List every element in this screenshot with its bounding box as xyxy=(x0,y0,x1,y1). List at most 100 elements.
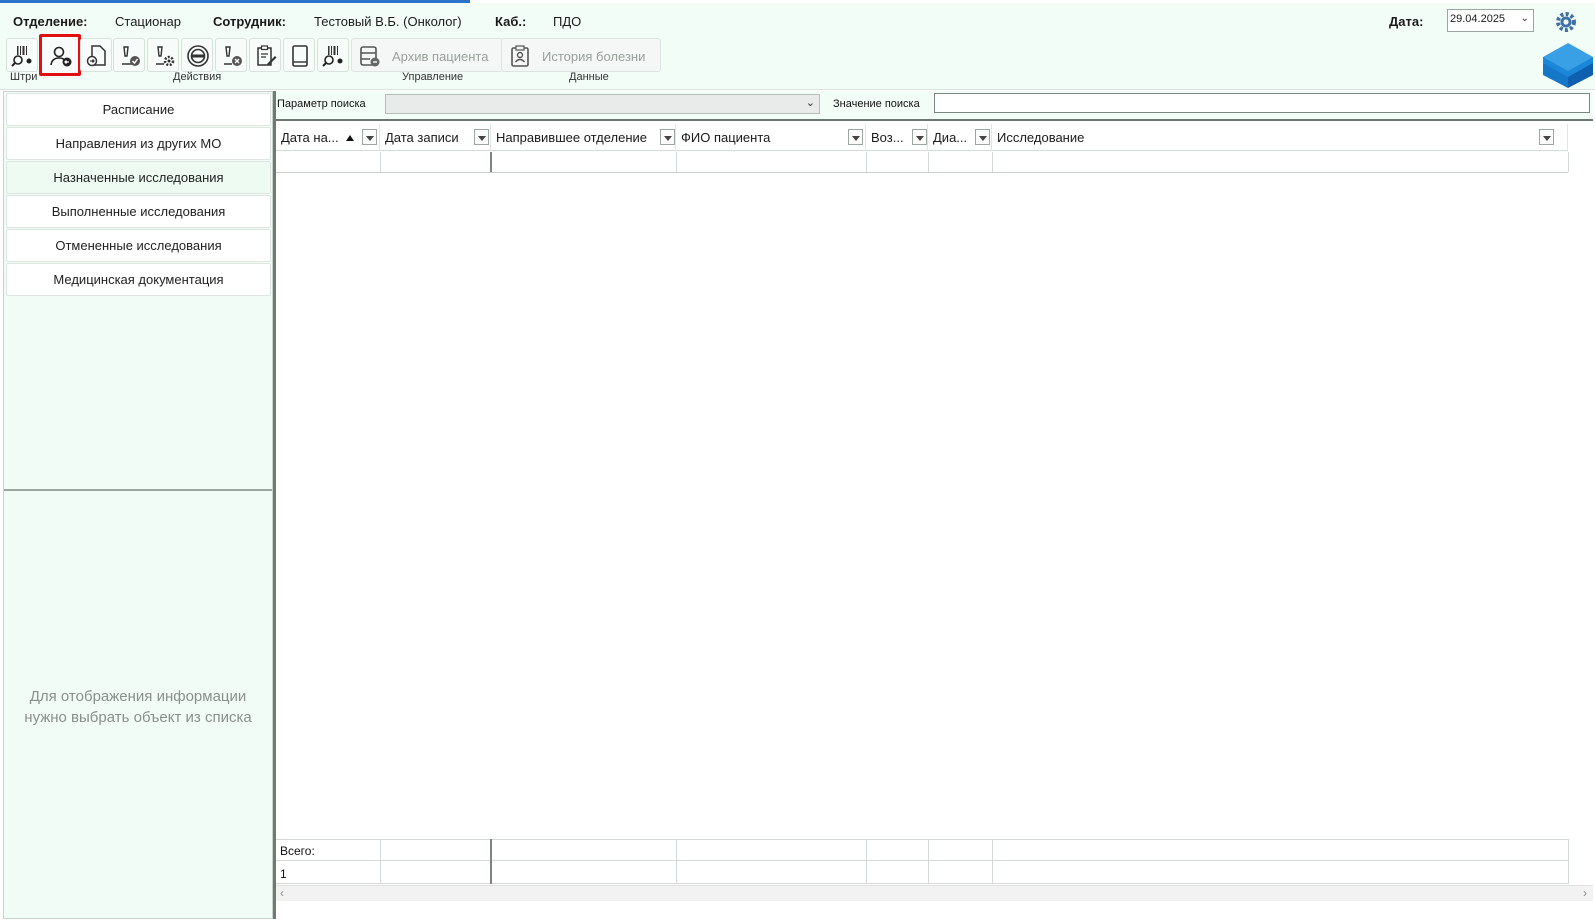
info-row: Отделение: Стационар Сотрудник: Тестовый… xyxy=(0,3,1595,35)
microscope-gear-icon xyxy=(156,46,175,67)
column-label: Дата записи xyxy=(385,130,459,145)
column-label: Дата на... xyxy=(281,130,339,145)
chevron-down-icon[interactable]: ⌄ xyxy=(806,96,815,109)
column-divider xyxy=(380,152,381,172)
column-divider xyxy=(1568,152,1569,172)
filter-dropdown-icon[interactable] xyxy=(912,129,927,145)
employee-label: Сотрудник: xyxy=(213,14,286,29)
filter-dropdown-icon[interactable] xyxy=(362,129,377,145)
barcode-search-icon xyxy=(322,46,343,67)
total-label: Всего: xyxy=(280,844,315,858)
column-label: Диа... xyxy=(933,130,968,145)
column-divider xyxy=(992,152,993,172)
journal-button[interactable] xyxy=(283,38,315,72)
scroll-left-icon[interactable]: ‹ xyxy=(280,886,284,900)
edit-report-button[interactable] xyxy=(249,38,281,72)
main-panel: Параметр поиска ⌄ Значение поиска Дата н… xyxy=(276,91,1593,919)
employee-value: Тестовый В.Б. (Онколог) xyxy=(314,14,462,29)
column-divider xyxy=(866,152,867,172)
column-divider xyxy=(928,152,929,172)
group-label-management: Управление xyxy=(402,71,464,83)
chevron-down-icon[interactable]: ⌄ xyxy=(1521,13,1529,24)
filter-dropdown-icon[interactable] xyxy=(848,129,863,145)
medical-history-label: История болезни xyxy=(542,49,646,64)
patient-return-button[interactable] xyxy=(39,34,81,76)
empty-detail-message: Для отображения информации нужно выбрать… xyxy=(4,686,272,728)
app-header: Отделение: Стационар Сотрудник: Тестовый… xyxy=(0,3,1595,90)
microscope-check-icon xyxy=(122,46,140,66)
sidebar-item-referrals[interactable]: Направления из других МО xyxy=(6,127,271,160)
column-divider xyxy=(676,152,677,172)
column-label: Направившее отделение xyxy=(496,130,648,145)
scroll-right-icon[interactable]: › xyxy=(1583,886,1587,900)
group-label-actions: Действия xyxy=(173,71,222,83)
filter-dropdown-icon[interactable] xyxy=(660,129,675,145)
filter-dropdown-icon[interactable] xyxy=(474,129,489,145)
patient-archive-button[interactable]: Архив пациента xyxy=(351,38,503,72)
search-value-input[interactable] xyxy=(934,93,1590,113)
sidebar-item-completed-studies[interactable]: Выполненные исследования xyxy=(6,195,271,228)
clipboard-edit-icon xyxy=(257,45,277,66)
sidebar: Расписание Направления из других МО Назн… xyxy=(3,91,273,919)
gear-icon[interactable] xyxy=(1553,9,1579,35)
department-value: Стационар xyxy=(115,14,182,29)
department-label: Отделение: xyxy=(13,14,88,29)
panel-splitter[interactable] xyxy=(4,489,272,491)
document-export-button[interactable] xyxy=(80,38,112,72)
search-param-label: Параметр поиска xyxy=(277,98,366,110)
table-row[interactable] xyxy=(276,152,1568,173)
book-icon xyxy=(292,45,308,67)
group-label-data: Данные xyxy=(569,71,609,83)
column-label: Исследование xyxy=(997,130,1085,145)
sidebar-item-medical-docs[interactable]: Медицинская документация xyxy=(6,263,271,296)
study-settings-button[interactable] xyxy=(147,38,179,72)
user-arrow-icon xyxy=(50,46,72,67)
target-icon xyxy=(187,45,209,67)
horizontal-scrollbar[interactable]: ‹ › xyxy=(276,885,1593,901)
microscope-cancel-icon xyxy=(224,46,242,66)
cancel-study-button[interactable] xyxy=(215,38,247,72)
sidebar-item-assigned-studies[interactable]: Назначенные исследования xyxy=(6,161,271,194)
column-label: Воз... xyxy=(871,130,904,145)
search-bar: Параметр поиска ⌄ Значение поиска xyxy=(276,91,1593,121)
sidebar-item-schedule[interactable]: Расписание xyxy=(6,93,271,126)
empty-message-line-2: нужно выбрать объект из списка xyxy=(24,709,252,726)
app-logo xyxy=(1543,43,1593,88)
footer-row-value xyxy=(276,861,1568,884)
column-divider xyxy=(490,839,492,884)
search-param-select[interactable]: ⌄ xyxy=(385,94,820,114)
footer-row-label xyxy=(276,839,1568,861)
patient-archive-label: Архив пациента xyxy=(392,49,489,64)
medical-history-button[interactable]: История болезни xyxy=(501,38,661,72)
column-divider xyxy=(928,839,929,884)
barcode-scan-button[interactable] xyxy=(317,38,349,72)
column-divider xyxy=(676,839,677,884)
column-divider xyxy=(866,839,867,884)
filter-dropdown-icon[interactable] xyxy=(975,129,990,145)
document-arrow-icon xyxy=(86,45,106,67)
sidebar-item-cancelled-studies[interactable]: Отмененные исследования xyxy=(6,229,271,262)
empty-message-line-1: Для отображения информации xyxy=(29,688,247,705)
filter-dropdown-icon[interactable] xyxy=(1539,129,1554,145)
column-header-study[interactable]: Исследование xyxy=(992,124,1568,151)
date-label: Дата: xyxy=(1389,14,1424,29)
room-label: Каб.: xyxy=(495,14,527,29)
date-picker[interactable]: 29.04.2025 ⌄ xyxy=(1447,9,1534,32)
total-value: 1 xyxy=(280,867,287,881)
group-label-barcode: Штри xyxy=(10,71,38,83)
column-label: ФИО пациента xyxy=(681,130,771,145)
confirm-study-button[interactable] xyxy=(113,38,145,72)
column-header-patient-name[interactable]: ФИО пациента xyxy=(676,124,866,151)
target-button[interactable] xyxy=(181,38,213,72)
sort-ascending-icon xyxy=(346,135,354,141)
barcode-search-button[interactable] xyxy=(6,38,38,72)
column-divider xyxy=(992,839,993,884)
search-value-label: Значение поиска xyxy=(833,98,920,110)
archive-icon xyxy=(360,46,380,67)
column-divider xyxy=(490,152,492,172)
column-divider xyxy=(380,839,381,884)
room-value: ПДО xyxy=(553,14,582,29)
clipboard-user-icon xyxy=(511,45,529,67)
column-divider xyxy=(1568,839,1569,884)
column-header-referring-department[interactable]: Направившее отделение xyxy=(491,124,676,151)
